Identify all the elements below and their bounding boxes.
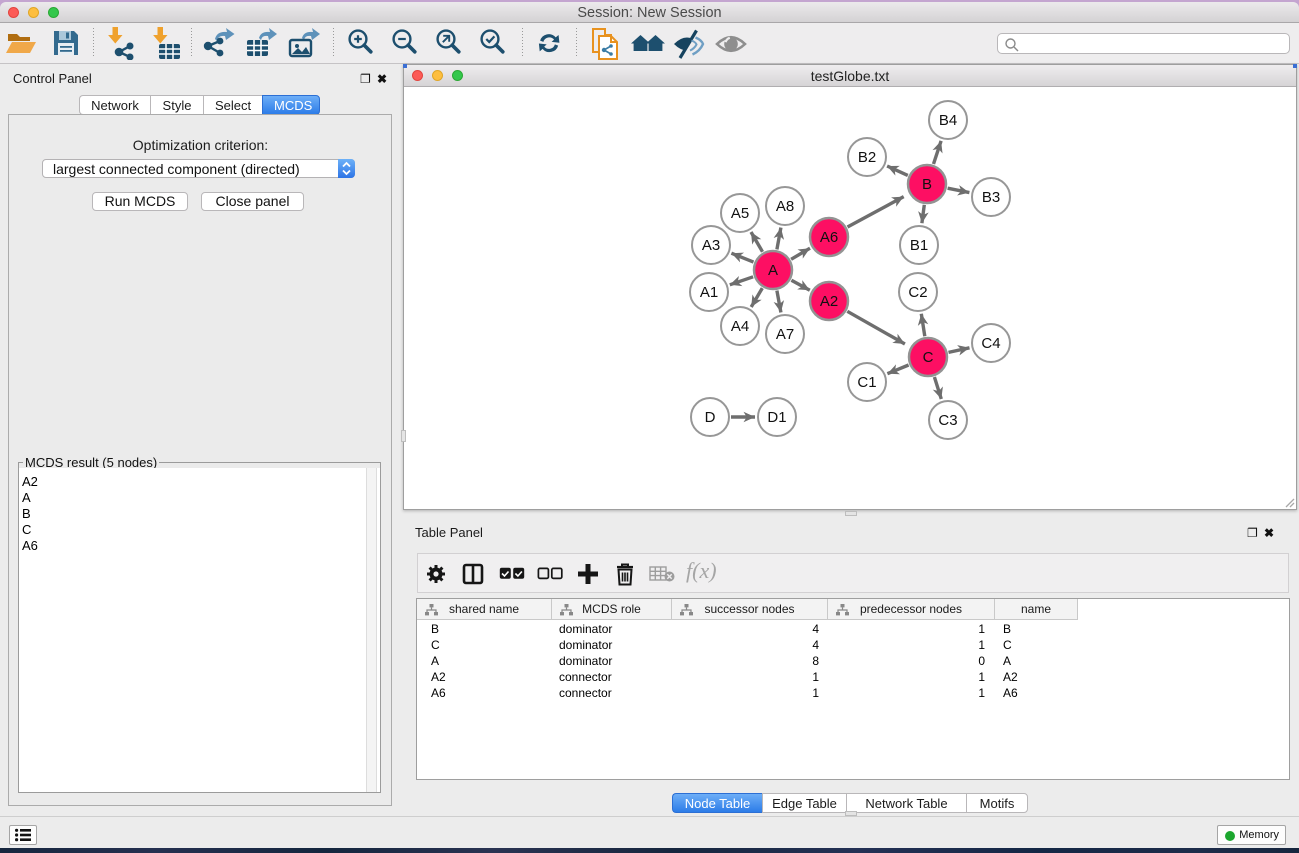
svg-text:A7: A7 [776, 326, 794, 343]
svg-text:A4: A4 [731, 318, 749, 335]
svg-text:B2: B2 [858, 149, 876, 166]
svg-text:B1: B1 [910, 237, 928, 254]
svg-text:B: B [922, 176, 932, 193]
svg-text:A5: A5 [731, 205, 749, 222]
svg-text:B4: B4 [939, 112, 957, 129]
svg-text:C: C [923, 349, 934, 366]
svg-text:D: D [705, 409, 716, 426]
svg-text:A3: A3 [702, 237, 720, 254]
svg-text:C1: C1 [857, 374, 876, 391]
svg-text:D1: D1 [767, 409, 786, 426]
svg-text:C2: C2 [908, 284, 927, 301]
svg-text:A: A [768, 262, 778, 279]
svg-text:A2: A2 [820, 293, 838, 310]
svg-text:A6: A6 [820, 229, 838, 246]
svg-text:B3: B3 [982, 189, 1000, 206]
svg-text:C3: C3 [938, 412, 957, 429]
svg-text:A8: A8 [776, 198, 794, 215]
svg-text:A1: A1 [700, 284, 718, 301]
svg-text:C4: C4 [981, 335, 1000, 352]
